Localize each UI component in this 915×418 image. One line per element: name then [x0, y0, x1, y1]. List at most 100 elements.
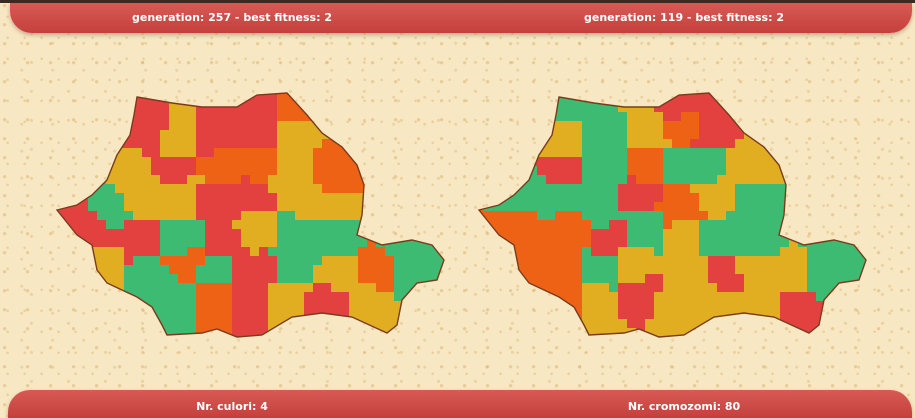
county-cell	[807, 283, 817, 293]
county-cell	[492, 211, 502, 221]
county-cell	[735, 93, 745, 95]
county-cell	[205, 166, 215, 176]
county-cell	[70, 193, 80, 203]
county-cell	[349, 112, 359, 122]
county-cell	[681, 184, 691, 194]
county-cell	[744, 292, 754, 302]
county-cell	[717, 93, 727, 95]
county-cell	[690, 310, 700, 320]
county-cell	[304, 166, 314, 176]
county-cell	[735, 256, 745, 266]
county-cell	[88, 211, 98, 221]
county-cell	[385, 265, 395, 275]
left-generation-label: generation: 257 - best fitness: 2	[132, 11, 332, 24]
county-cell	[825, 211, 835, 221]
county-cell	[479, 193, 484, 203]
county-cell	[196, 103, 206, 113]
county-cell	[564, 310, 574, 320]
county-cell	[340, 301, 350, 311]
county-cell	[124, 301, 134, 311]
county-cell	[124, 256, 134, 266]
county-cell	[762, 211, 772, 221]
county-cell	[537, 220, 547, 230]
county-cell	[834, 265, 844, 275]
county-cell	[268, 337, 278, 347]
county-cell	[789, 337, 799, 347]
county-cell	[807, 292, 817, 302]
county-cell	[519, 112, 529, 122]
county-cell	[636, 130, 646, 140]
county-cell	[861, 94, 866, 104]
county-cell	[61, 139, 71, 149]
county-cell	[573, 157, 583, 167]
county-cell	[106, 265, 116, 275]
county-cell	[169, 130, 179, 140]
county-cell	[448, 139, 452, 149]
county-cell	[421, 301, 431, 311]
county-cell	[187, 220, 197, 230]
county-cell	[385, 103, 395, 113]
county-cell	[798, 93, 808, 95]
county-cell	[479, 93, 484, 95]
county-cell	[232, 121, 242, 131]
county-cell	[430, 121, 440, 131]
county-cell	[88, 157, 98, 167]
county-cell	[421, 328, 431, 337]
county-cell	[735, 292, 745, 302]
county-cell	[699, 121, 709, 131]
county-cell	[430, 256, 440, 266]
county-cell	[861, 184, 866, 194]
county-cell	[618, 175, 628, 185]
county-cell	[160, 220, 170, 230]
county-cell	[322, 247, 332, 257]
county-cell	[870, 238, 874, 248]
county-cell	[367, 139, 377, 149]
county-cell	[61, 292, 71, 302]
county-cell	[537, 346, 547, 350]
county-cell	[277, 256, 287, 266]
county-cell	[142, 229, 152, 239]
county-cell	[124, 211, 134, 221]
county-cell	[160, 274, 170, 284]
county-cell	[448, 265, 452, 275]
county-cell	[834, 184, 844, 194]
county-cell	[654, 130, 664, 140]
county-cell	[124, 130, 134, 140]
county-cell	[771, 301, 781, 311]
county-cell	[852, 94, 862, 104]
county-cell	[501, 292, 511, 302]
county-cell	[816, 139, 826, 149]
county-cell	[762, 310, 772, 320]
county-cell	[663, 166, 673, 176]
county-cell	[349, 328, 359, 337]
county-cell	[546, 103, 556, 113]
county-cell	[448, 103, 452, 113]
county-cell	[304, 121, 314, 131]
county-cell	[322, 93, 332, 95]
county-cell	[214, 274, 224, 284]
county-cell	[142, 319, 152, 329]
county-cell	[510, 337, 520, 347]
county-cell	[528, 256, 538, 266]
county-cell	[573, 184, 583, 194]
county-cell	[178, 157, 188, 167]
county-cell	[654, 283, 664, 293]
county-cell	[61, 175, 71, 185]
county-cell	[681, 265, 691, 275]
county-cell	[169, 211, 179, 221]
county-cell	[205, 319, 215, 329]
county-cell	[385, 112, 395, 122]
county-cell	[699, 220, 709, 230]
county-cell	[421, 193, 431, 203]
county-cell	[672, 283, 682, 293]
county-cell	[430, 103, 440, 113]
county-cell	[564, 220, 574, 230]
county-cell	[232, 238, 242, 248]
county-cell	[268, 121, 278, 131]
county-cell	[672, 265, 682, 275]
county-cell	[744, 93, 754, 95]
county-cell	[295, 301, 305, 311]
county-cell	[340, 346, 350, 350]
county-cell	[268, 139, 278, 149]
county-cell	[160, 202, 170, 212]
